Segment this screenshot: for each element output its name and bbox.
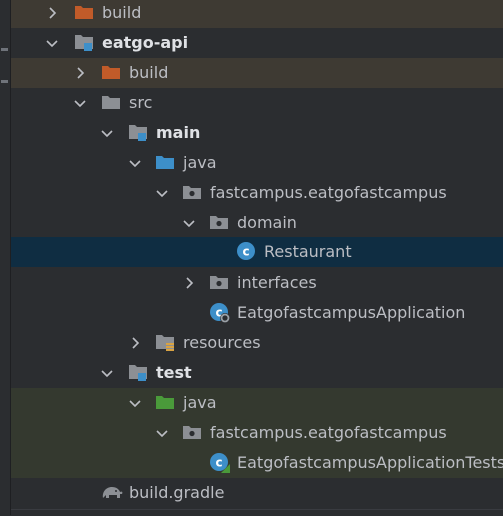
chevron-right-icon[interactable] [128,336,142,350]
tree-item-eatgo-api[interactable]: eatgo-api [11,28,503,58]
tree-item-build-gradle[interactable]: build.gradle [11,478,503,508]
chevron-down-icon[interactable] [182,216,196,230]
chevron-down-icon[interactable] [155,186,169,200]
tree-item-main[interactable]: main [11,118,503,148]
chevron-down-icon[interactable] [45,36,59,50]
tree-item-label: interfaces [237,273,317,292]
tree-item-label: resources [183,333,261,352]
tree-item-label: EatgofastcampusApplicationTests [237,453,503,472]
source-root-folder-icon [155,152,175,172]
project-tree: build eatgo-api build src main java fast… [11,0,503,515]
tree-item-label: domain [237,213,297,232]
tree-item-label: java [183,393,217,412]
package-icon [209,272,229,292]
test-root-folder-icon [155,392,175,412]
tree-item-label: EatgofastcampusApplication [237,303,466,322]
tree-item-label: build.gradle [129,483,225,502]
tree-item-application-class[interactable]: c EatgofastcampusApplication [11,298,503,328]
chevron-down-icon[interactable] [100,366,114,380]
tree-item-label: test [156,363,192,382]
tree-item-application-tests[interactable]: c EatgofastcampusApplicationTests [11,448,503,478]
tree-item-domain[interactable]: domain [11,208,503,238]
class-icon: c [236,241,256,261]
package-icon [209,212,229,232]
folder-excluded-icon [101,62,121,82]
chevron-down-icon[interactable] [128,396,142,410]
spring-boot-test-class-icon: c [209,452,230,473]
chevron-down-icon[interactable] [100,126,114,140]
module-folder-icon [74,32,94,52]
tree-item-java-main[interactable]: java [11,148,503,178]
chevron-down-icon[interactable] [155,426,169,440]
tree-item-label: src [129,93,153,112]
folder-excluded-icon [74,2,94,22]
package-icon [182,422,202,442]
gutter-marker [1,80,8,83]
tree-item-label: fastcampus.eatgofastcampus [210,423,447,442]
package-icon [182,182,202,202]
chevron-down-icon[interactable] [73,96,87,110]
tree-item-label: eatgo-api [102,33,189,52]
resources-folder-icon [155,332,175,352]
tree-item-package-test[interactable]: fastcampus.eatgofastcampus [11,418,503,448]
tree-item-restaurant[interactable]: c Restaurant [11,237,503,267]
source-set-folder-icon [128,122,148,142]
tree-item-label: fastcampus.eatgofastcampus [210,183,447,202]
tree-item-interfaces[interactable]: interfaces [11,268,503,298]
chevron-right-icon[interactable] [73,66,87,80]
chevron-right-icon[interactable] [45,6,59,20]
svg-text:c: c [215,456,222,470]
chevron-down-icon[interactable] [128,156,142,170]
tree-item-test[interactable]: test [11,358,503,388]
svg-text:c: c [242,245,249,259]
folder-icon [101,92,121,112]
tree-item-label: Restaurant [264,242,352,261]
tree-item-build[interactable]: build [11,58,503,88]
tree-item-resources[interactable]: resources [11,328,503,358]
spring-boot-class-icon: c [209,302,230,323]
tree-item-build-root[interactable]: build [11,0,503,28]
left-gutter [0,0,11,515]
chevron-right-icon[interactable] [182,276,196,290]
tree-item-java-test[interactable]: java [11,388,503,418]
tree-item-label: build [102,3,142,22]
tree-item-src[interactable]: src [11,88,503,118]
tree-item-label: build [129,63,169,82]
gutter-marker [1,48,8,51]
tree-item-label: java [183,153,217,172]
tree-item-label: main [156,123,201,142]
source-set-folder-icon [128,362,148,382]
tree-item-package-main[interactable]: fastcampus.eatgofastcampus [11,178,503,208]
gradle-elephant-icon [100,482,124,502]
